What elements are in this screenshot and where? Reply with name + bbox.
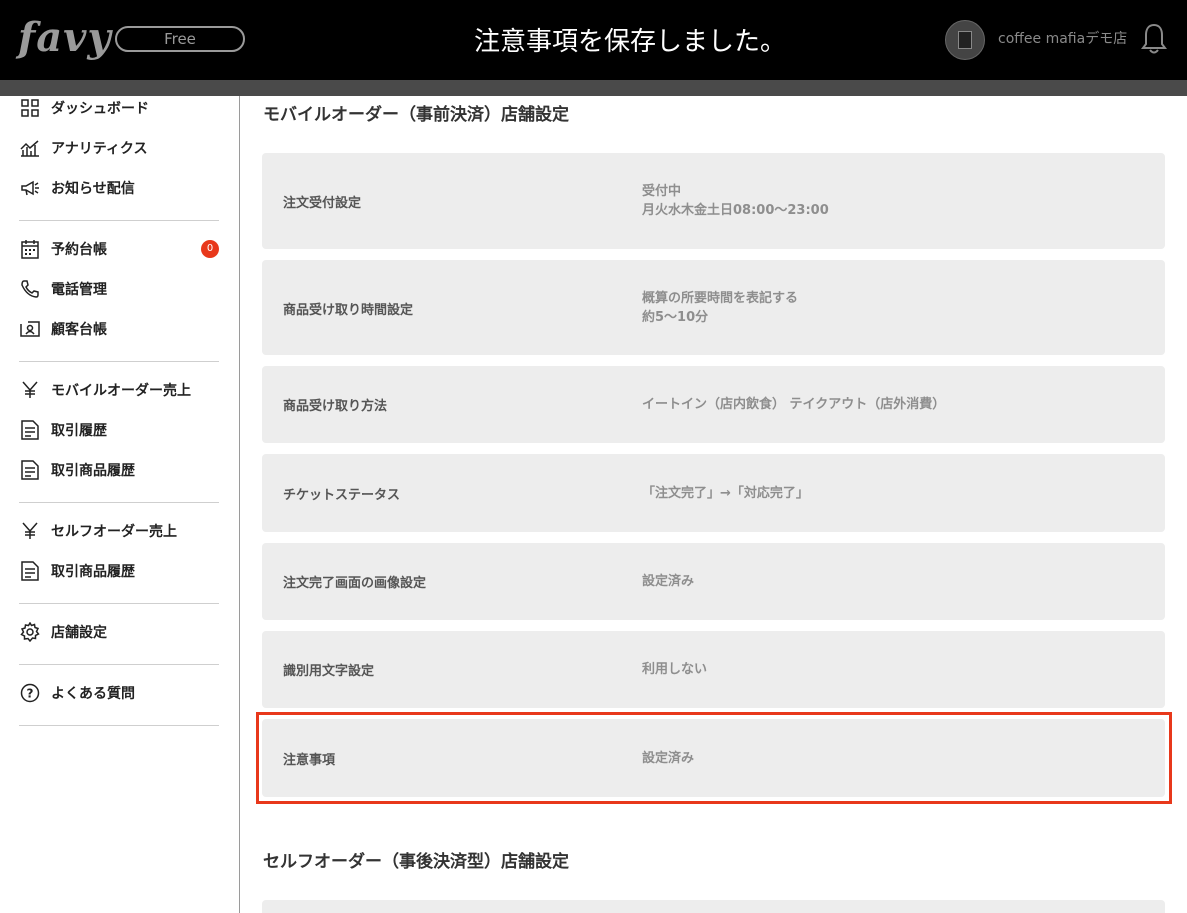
sidebar-item-faq[interactable]: ? よくある質問	[0, 673, 239, 713]
sidebar-divider	[19, 725, 219, 726]
notification-badge: 0	[201, 240, 219, 258]
sidebar-item-label: 取引商品履歴	[51, 463, 135, 479]
sidebar: ダッシュボード アナリティクス お知らせ配信 予約台帳 0 電話管理 顧客台帳	[0, 96, 240, 913]
setting-value: 受付中	[642, 184, 682, 199]
setting-value: 設定済み	[642, 751, 695, 766]
setting-name: 注文受付設定	[283, 196, 362, 211]
sidebar-item-label: 店舗設定	[51, 625, 107, 641]
sidebar-item-mobile-order-sales[interactable]: モバイルオーダー売上	[0, 370, 239, 410]
setting-value: イートイン（店内飲食） テイクアウト（店外消費）	[642, 397, 946, 412]
phone-icon	[20, 279, 40, 299]
store-avatar[interactable]	[945, 20, 985, 60]
sidebar-item-analytics[interactable]: アナリティクス	[0, 128, 239, 168]
sidebar-item-label: モバイルオーダー売上	[51, 383, 191, 399]
setting-name: 注意事項	[283, 753, 336, 768]
setting-value: 利用しない	[642, 662, 708, 677]
help-circle-icon: ?	[20, 683, 40, 703]
top-header: favy Free 注意事項を保存しました。 coffee mafiaデモ店	[0, 0, 1187, 80]
document-icon	[20, 420, 40, 440]
setting-value-detail: 月火水木金土日08:00〜23:00	[642, 203, 829, 218]
sidebar-item-label: お知らせ配信	[51, 181, 135, 197]
sidebar-item-transaction-items-history[interactable]: 取引商品履歴	[0, 450, 239, 490]
sidebar-item-label: 取引商品履歴	[51, 564, 135, 580]
sidebar-item-reservations[interactable]: 予約台帳 0	[0, 229, 239, 269]
sidebar-item-dashboard[interactable]: ダッシュボード	[0, 88, 239, 128]
setting-row-self-order-first[interactable]	[262, 900, 1165, 913]
setting-row-pickup-time[interactable]: 商品受け取り時間設定 概算の所要時間を表記する 約5〜10分	[262, 260, 1165, 355]
setting-row-ticket-status[interactable]: チケットステータス 「注文完了」→「対応完了」	[262, 454, 1165, 532]
setting-name: 注文完了画面の画像設定	[283, 576, 427, 591]
favy-logo[interactable]: favy	[18, 18, 112, 58]
analytics-chart-icon	[20, 138, 40, 158]
setting-value: 「注文完了」→「対応完了」	[642, 486, 809, 501]
document-icon	[20, 561, 40, 581]
setting-row-pickup-method[interactable]: 商品受け取り方法 イートイン（店内飲食） テイクアウト（店外消費）	[262, 366, 1165, 443]
gear-icon	[20, 622, 40, 642]
sidebar-divider	[19, 502, 219, 503]
sidebar-divider	[19, 664, 219, 665]
setting-row-completion-image[interactable]: 注文完了画面の画像設定 設定済み	[262, 543, 1165, 620]
sidebar-item-label: よくある質問	[51, 686, 135, 702]
yen-icon	[20, 521, 40, 541]
sidebar-item-label: 予約台帳	[51, 242, 107, 258]
sidebar-divider	[19, 361, 219, 362]
sidebar-item-store-settings[interactable]: 店舗設定	[0, 612, 239, 652]
coffee-cup-icon	[958, 31, 972, 49]
sidebar-item-customers[interactable]: 顧客台帳	[0, 309, 239, 349]
sidebar-item-transaction-history[interactable]: 取引履歴	[0, 410, 239, 450]
bell-icon[interactable]	[1140, 22, 1168, 56]
setting-row-order-acceptance[interactable]: 注文受付設定 受付中 月火水木金土日08:00〜23:00	[262, 153, 1165, 249]
sidebar-item-self-transaction-items-history[interactable]: 取引商品履歴	[0, 551, 239, 591]
setting-name: 商品受け取り方法	[283, 399, 388, 414]
setting-row-notes[interactable]: 注意事項 設定済み	[262, 719, 1165, 797]
megaphone-icon	[20, 178, 40, 198]
setting-value-detail: 約5〜10分	[642, 310, 709, 325]
contact-card-icon	[20, 319, 40, 339]
svg-text:?: ?	[27, 687, 34, 701]
sidebar-divider	[19, 603, 219, 604]
setting-value: 概算の所要時間を表記する	[642, 291, 799, 306]
sidebar-item-label: ダッシュボード	[51, 101, 149, 117]
sidebar-item-label: 電話管理	[51, 282, 107, 298]
sidebar-item-label: 顧客台帳	[51, 322, 107, 338]
calendar-icon	[20, 239, 40, 259]
sidebar-item-label: セルフオーダー売上	[51, 524, 177, 540]
setting-name: 識別用文字設定	[283, 664, 375, 679]
setting-name: 商品受け取り時間設定	[283, 303, 414, 318]
dashboard-grid-icon	[20, 98, 40, 118]
sidebar-item-self-order-sales[interactable]: セルフオーダー売上	[0, 511, 239, 551]
sidebar-divider	[19, 220, 219, 221]
setting-row-identifier-text[interactable]: 識別用文字設定 利用しない	[262, 631, 1165, 708]
sidebar-item-announcements[interactable]: お知らせ配信	[0, 168, 239, 208]
yen-icon	[20, 380, 40, 400]
setting-value: 設定済み	[642, 574, 695, 589]
setting-name: チケットステータス	[283, 488, 401, 503]
document-icon	[20, 460, 40, 480]
mobile-order-section-title: モバイルオーダー（事前決済）店舗設定	[263, 105, 569, 125]
self-order-section-title: セルフオーダー（事後決済型）店舗設定	[263, 852, 569, 872]
sidebar-item-label: 取引履歴	[51, 423, 107, 439]
toast-message: 注意事項を保存しました。	[473, 27, 786, 57]
plan-badge: Free	[115, 26, 245, 52]
store-name[interactable]: coffee mafiaデモ店	[998, 29, 1127, 49]
sidebar-item-phone[interactable]: 電話管理	[0, 269, 239, 309]
sidebar-item-label: アナリティクス	[51, 141, 148, 157]
